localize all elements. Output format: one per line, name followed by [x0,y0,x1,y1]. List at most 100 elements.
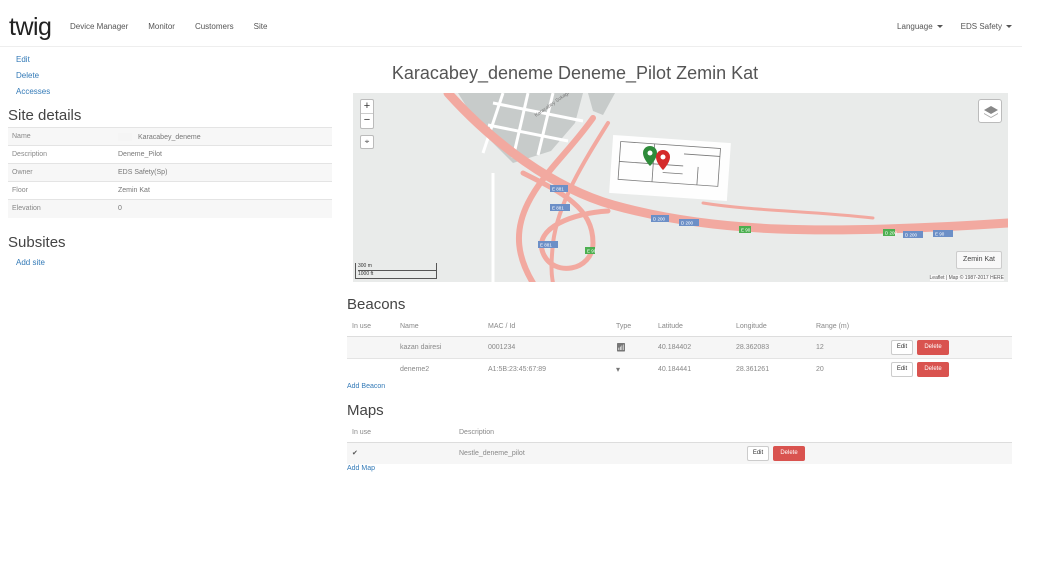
language-label: Language [897,22,933,31]
map-road-shields: E 881 E 881 E 881 D 200 D 200 E 90 E 90 D 200 D … [538,185,953,254]
site-details-table: Name Karacabey_deneme Description Deneme_P… [8,127,332,218]
beacon-mac: A1:5B:23:45:67:89 [483,357,611,380]
road-shield-label: E 90 [741,228,751,233]
road-shield-label: E 881 [552,206,564,211]
account-dropdown[interactable]: EDS Safety [961,22,1012,31]
scale-imperial: 1000 ft [358,271,374,277]
table-header-row: In use Description [347,424,1012,443]
page-title: Karacabey_deneme Deneme_Pilot Zemin Kat [391,63,759,83]
layers-button[interactable] [978,99,1002,123]
map-description: Nestle_deneme_pilot [454,441,742,464]
delete-beacon-button[interactable]: Delete [917,361,949,377]
nav-menu: Device Manager Monitor Customers Site [70,22,267,31]
detail-label: Name [8,127,114,146]
road-shield-label: E 90 [935,232,945,237]
locate-icon[interactable]: ⌖ [360,135,374,149]
col-description: Description [454,424,742,443]
detail-row: Floor Zemin Kat [8,181,332,200]
beacon-latitude: 40.184441 [653,357,731,380]
navbar: twig Device Manager Monitor Customers Si… [0,0,1022,47]
delete-beacon-button[interactable]: Delete [917,339,949,355]
delete-map-button[interactable]: Delete [773,445,805,461]
beacon-latitude: 40.184402 [653,335,731,358]
beacon-mac: 0001234 [483,335,611,358]
detail-label: Owner [8,163,114,182]
col-name: Name [395,318,483,337]
col-in-use: In use [347,424,454,443]
col-type: Type [611,318,653,337]
detail-value: EDS Safety(Sp) [114,163,332,182]
zoom-control: + − [360,99,374,129]
table-row: kazan dairesi 0001234 📶︎ 40.184402 28.36… [347,335,1012,358]
col-in-use: In use [347,318,395,337]
edit-beacon-button[interactable]: Edit [891,361,913,377]
in-use-check-icon: ✔ [347,441,454,464]
name-swatch [118,132,132,141]
site-details-heading: Site details [8,107,82,124]
road-shield-label: E 881 [552,187,564,192]
edit-beacon-button[interactable]: Edit [891,339,913,355]
beacons-table: In use Name MAC / Id Type Latitude Longi… [347,318,1012,380]
maps-heading: Maps [347,402,384,419]
add-map-link[interactable]: Add Map [347,465,375,472]
account-label: EDS Safety [960,22,1002,31]
col-mac: MAC / Id [483,318,611,337]
site-sidebar: Edit Delete Accesses Site details Name Ka… [8,55,332,267]
language-dropdown[interactable]: Language [897,22,943,31]
map-attribution[interactable]: Leaflet | Map © 1987-2017 HERE [929,275,1004,281]
detail-row: Description Deneme_Pilot [8,145,332,164]
detail-value: Karacabey_deneme [138,133,201,141]
accesses-link[interactable]: Accesses [16,87,50,96]
beacons-heading: Beacons [347,296,406,313]
zoom-in-button[interactable]: + [361,100,373,114]
table-row: deneme2 A1:5B:23:45:67:89 ▾ 40.184441 28… [347,357,1012,380]
road-shield-label: D 200 [653,217,666,222]
brand-logo[interactable]: twig [9,13,52,42]
zoom-out-button[interactable]: − [361,114,373,128]
detail-label: Floor [8,181,114,200]
edit-site-link[interactable]: Edit [16,55,30,64]
nav-device-manager[interactable]: Device Manager [70,22,128,31]
beacon-name: deneme2 [395,357,483,380]
maps-table: In use Description ✔ Nestle_deneme_pilot… [347,424,1012,464]
detail-row: Elevation 0 [8,199,332,218]
nav-customers[interactable]: Customers [195,22,234,31]
col-latitude: Latitude [653,318,731,337]
beacon-longitude: 28.362083 [731,335,811,358]
beacon-range: 20 [811,357,886,380]
detail-label: Description [8,145,114,164]
wifi-icon: ▾ [616,364,621,374]
caret-down-icon [936,25,943,29]
detail-row: Owner EDS Safety(Sp) [8,163,332,182]
site-actions: Edit Delete Accesses [8,55,332,103]
scale-metric: 300 m [358,263,436,271]
delete-site-link[interactable]: Delete [16,71,39,80]
nav-site[interactable]: Site [254,22,268,31]
road-shield-label: D 200 [905,233,918,238]
table-header-row: In use Name MAC / Id Type Latitude Longi… [347,318,1012,337]
nav-right-menu: Language EDS Safety [897,22,1012,31]
road-shield-label: E 90 [587,249,597,254]
detail-value: Deneme_Pilot [114,145,332,164]
nav-monitor[interactable]: Monitor [148,22,175,31]
scale-bar: 300 m 1000 ft [355,263,437,279]
beacon-longitude: 28.361261 [731,357,811,380]
floorplan-overlay[interactable] [609,134,731,202]
antenna-icon: 📶︎ [616,342,627,352]
map-tiles: E 881 E 881 E 881 D 200 D 200 E 90 E 90 D 200 D … [443,93,1008,282]
road-shield-label: D 200 [681,221,694,226]
edit-map-button[interactable]: Edit [747,445,769,461]
col-range: Range (m) [811,318,886,337]
detail-value: 0 [114,199,332,218]
add-beacon-link[interactable]: Add Beacon [347,383,385,390]
layers-icon [984,106,998,118]
caret-down-icon [1006,25,1012,29]
detail-label: Elevation [8,199,114,218]
subsites-heading: Subsites [8,233,66,251]
floor-selector-button[interactable]: Zemin Kat [956,251,1002,269]
table-row: ✔ Nestle_deneme_pilot Edit Delete [347,441,1012,464]
detail-value: Zemin Kat [114,181,332,200]
road-shield-label: E 881 [540,243,552,248]
add-site-link[interactable]: Add site [16,258,332,267]
site-map[interactable]: E 881 E 881 E 881 D 200 D 200 E 90 E 90 D 200 D … [353,93,1008,282]
